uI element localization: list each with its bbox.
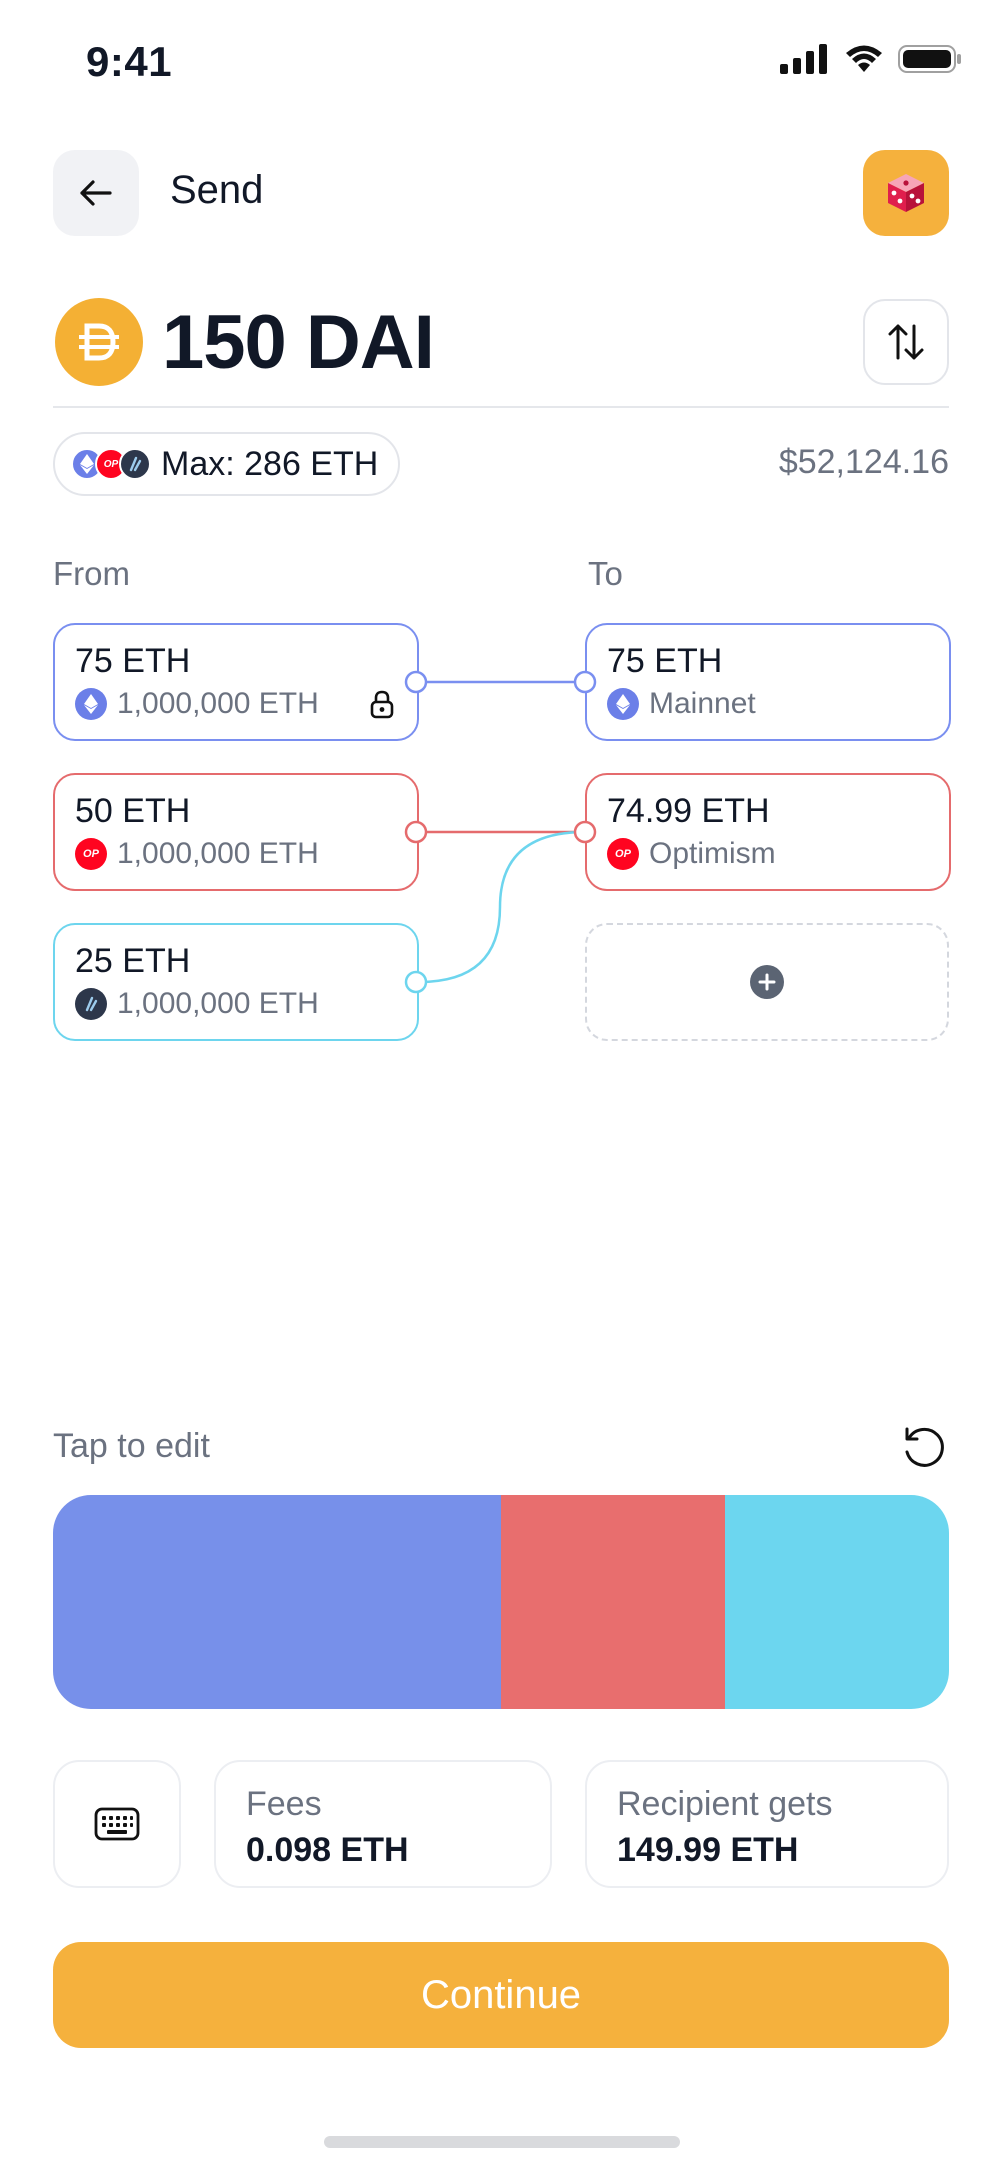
home-indicator: [324, 2136, 680, 2148]
distribution-segment[interactable]: [725, 1495, 949, 1709]
keyboard-icon: [94, 1807, 140, 1841]
tap-to-edit-label: Tap to edit: [53, 1427, 210, 1465]
fees-value: 0.098 ETH: [246, 1831, 409, 1869]
distribution-segment[interactable]: [53, 1495, 501, 1709]
recipient-label: Recipient gets: [617, 1785, 833, 1823]
reset-button[interactable]: [897, 1422, 949, 1474]
distribution-segment[interactable]: [501, 1495, 725, 1709]
distribution-bar[interactable]: [53, 1495, 949, 1709]
recipient-card: Recipient gets 149.99 ETH: [585, 1760, 949, 1888]
reset-icon: [905, 1427, 944, 1467]
recipient-value: 149.99 ETH: [617, 1831, 799, 1869]
keyboard-button[interactable]: [53, 1760, 181, 1888]
continue-button[interactable]: Continue: [53, 1942, 949, 2048]
fees-card: Fees 0.098 ETH: [214, 1760, 552, 1888]
fees-label: Fees: [246, 1785, 322, 1823]
route-nodes: [404, 670, 597, 994]
